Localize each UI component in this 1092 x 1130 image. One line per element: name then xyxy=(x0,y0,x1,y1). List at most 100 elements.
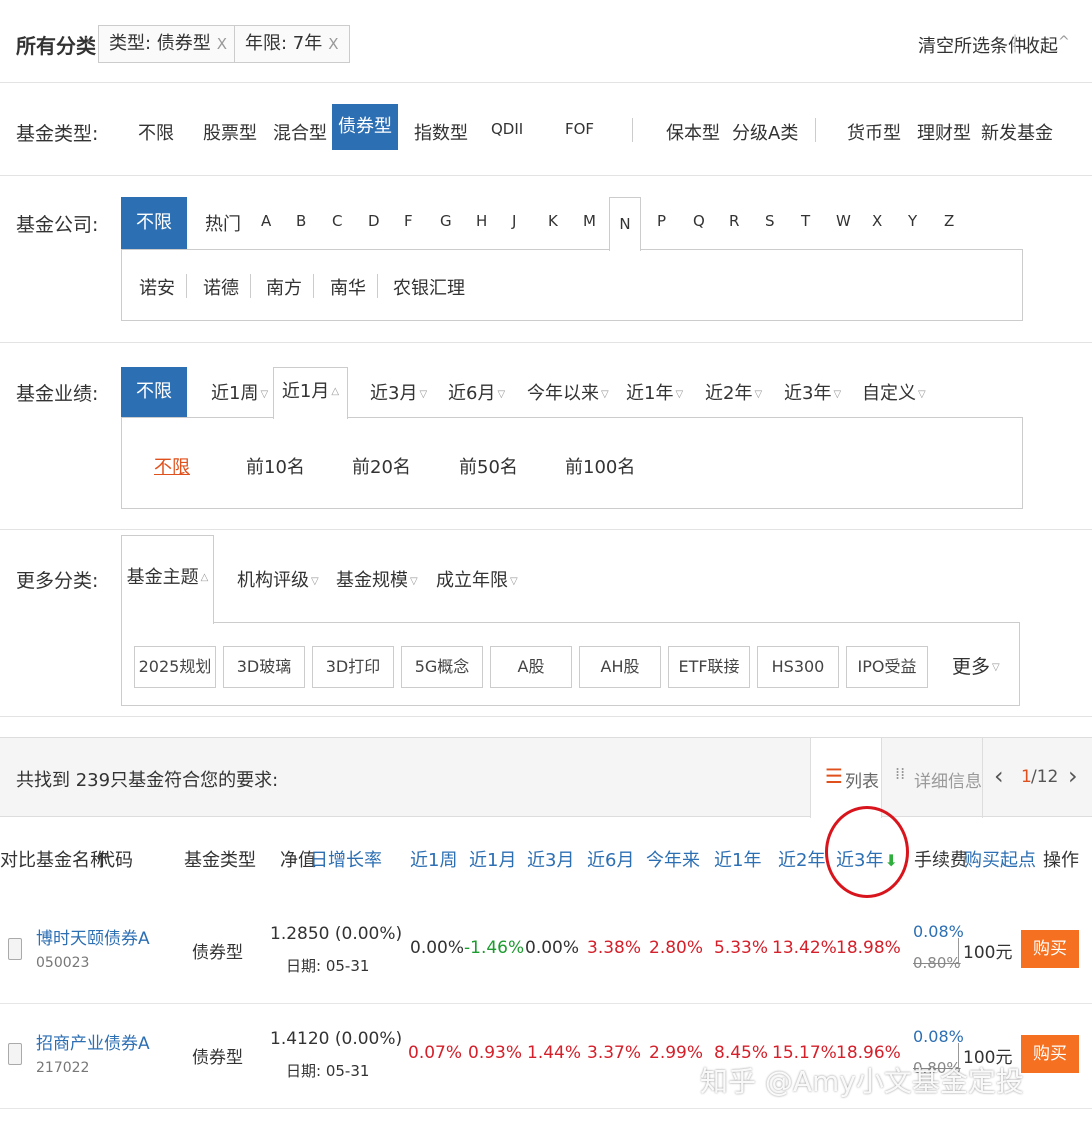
letter-option-hot[interactable]: 热门 xyxy=(205,210,241,236)
letter-option[interactable]: J xyxy=(512,212,516,230)
company-option[interactable]: 南方 xyxy=(266,274,302,300)
theme-chip[interactable]: A股 xyxy=(490,646,572,688)
period-option[interactable]: 近2年 ▽ xyxy=(705,379,762,405)
buy-button[interactable]: 购买 xyxy=(1021,930,1079,968)
col-ytd[interactable]: 今年来 xyxy=(646,846,700,872)
col-6m[interactable]: 近6月 xyxy=(587,846,634,872)
fund-type-option[interactable]: 分级A类 xyxy=(732,119,798,145)
letter-option[interactable]: C xyxy=(332,212,342,230)
company-option[interactable]: 诺安 xyxy=(139,274,175,300)
period-option[interactable]: 自定义 ▽ xyxy=(862,379,926,405)
period-option[interactable]: 近3月 ▽ xyxy=(370,379,427,405)
fund-name-link[interactable]: 招商产业债券A xyxy=(36,1029,150,1054)
fund-type-option[interactable]: 混合型 xyxy=(273,119,327,145)
fund-type-option[interactable]: 不限 xyxy=(138,119,174,145)
col-growth[interactable]: 日增长率 xyxy=(310,846,382,872)
period-option[interactable]: 近1周 ▽ xyxy=(211,379,268,405)
theme-chip[interactable]: 2025规划 xyxy=(134,646,216,688)
next-page-button[interactable]: › xyxy=(1068,762,1078,790)
more-themes-link[interactable]: 更多 ▽ xyxy=(952,652,1000,679)
fund-type-label: 基金类型: xyxy=(16,123,99,145)
period-tab-active[interactable]: 近1月 △ xyxy=(273,367,348,419)
performance-all-selected[interactable]: 不限 xyxy=(121,367,187,417)
company-option[interactable]: 农银汇理 xyxy=(393,274,465,300)
letter-option[interactable]: K xyxy=(548,212,558,230)
col-2y[interactable]: 近2年 xyxy=(778,846,825,872)
compare-checkbox[interactable] xyxy=(8,1043,22,1065)
prev-page-button[interactable]: ‹ xyxy=(994,762,1004,790)
theme-chip[interactable]: IPO受益 xyxy=(846,646,928,688)
col-code[interactable]: 代码 xyxy=(97,846,133,872)
fund-name-link[interactable]: 博时天颐债券A xyxy=(36,924,150,949)
letter-option[interactable]: Y xyxy=(908,212,917,230)
theme-chip[interactable]: 3D玻璃 xyxy=(223,646,305,688)
compare-checkbox[interactable] xyxy=(8,938,22,960)
fund-type-option[interactable]: 指数型 xyxy=(414,119,468,145)
rank-option-selected[interactable]: 不限 xyxy=(154,453,190,479)
view-detail-tab[interactable]: 详细信息 xyxy=(914,767,982,792)
letter-option[interactable]: Q xyxy=(693,212,705,230)
letter-option[interactable]: H xyxy=(476,212,487,230)
company-all-selected[interactable]: 不限 xyxy=(121,197,187,249)
theme-chip[interactable]: 5G概念 xyxy=(401,646,483,688)
caret-down-icon: ▽ xyxy=(510,575,518,587)
rank-option[interactable]: 前100名 xyxy=(565,453,635,479)
letter-option[interactable]: A xyxy=(261,212,271,230)
col-type[interactable]: 基金类型 xyxy=(184,846,256,872)
caret-down-icon: ▽ xyxy=(497,388,506,400)
theme-chip[interactable]: AH股 xyxy=(579,646,661,688)
rank-option[interactable]: 前50名 xyxy=(459,453,518,479)
buy-button[interactable]: 购买 xyxy=(1021,1035,1079,1073)
company-option[interactable]: 诺德 xyxy=(203,274,239,300)
chevron-up-icon[interactable]: ^ xyxy=(1058,34,1070,50)
rank-option[interactable]: 前10名 xyxy=(246,453,305,479)
fund-type-option[interactable]: 股票型 xyxy=(203,119,257,145)
letter-option[interactable]: Z xyxy=(944,212,954,230)
col-1m[interactable]: 近1月 xyxy=(469,846,516,872)
col-1w[interactable]: 近1周 xyxy=(410,846,457,872)
letter-option[interactable]: D xyxy=(368,212,380,230)
filter-tag-type[interactable]: 类型: 债券型 X xyxy=(98,25,239,63)
fund-type-option[interactable]: 货币型 xyxy=(847,119,901,145)
fund-type-option[interactable]: 理财型 xyxy=(917,119,971,145)
period-option[interactable]: 近1年 ▽ xyxy=(626,379,683,405)
fund-type-option[interactable]: 新发基金 xyxy=(981,119,1053,145)
more-tab[interactable]: 成立年限 ▽ xyxy=(436,566,518,592)
col-3m[interactable]: 近3月 xyxy=(527,846,574,872)
fund-type-option[interactable]: 保本型 xyxy=(666,119,720,145)
fund-type-option-selected[interactable]: 债券型 xyxy=(332,104,398,150)
theme-chip[interactable]: HS300 xyxy=(757,646,839,688)
letter-option[interactable]: F xyxy=(404,212,413,230)
letter-option[interactable]: G xyxy=(440,212,452,230)
close-icon[interactable]: X xyxy=(328,35,338,53)
col-min[interactable]: 购买起点 xyxy=(964,846,1036,872)
collapse-link[interactable]: 收起 xyxy=(1022,32,1058,58)
period-option[interactable]: 今年以来 ▽ xyxy=(527,379,609,405)
theme-chip[interactable]: 3D打印 xyxy=(312,646,394,688)
letter-tab-active[interactable]: N xyxy=(609,197,641,251)
company-option[interactable]: 南华 xyxy=(330,274,366,300)
letter-option[interactable]: M xyxy=(583,212,596,230)
more-tab-label: 成立年限 xyxy=(436,570,508,591)
period-option[interactable]: 近6月 ▽ xyxy=(448,379,505,405)
letter-option[interactable]: S xyxy=(765,212,775,230)
more-tab-active[interactable]: 基金主题 △ xyxy=(121,535,214,624)
letter-option[interactable]: X xyxy=(872,212,882,230)
letter-option[interactable]: P xyxy=(657,212,666,230)
return-1y: 5.33% xyxy=(714,938,769,958)
letter-option[interactable]: W xyxy=(836,212,851,230)
period-option[interactable]: 近3年 ▽ xyxy=(784,379,841,405)
rank-option[interactable]: 前20名 xyxy=(352,453,411,479)
letter-option[interactable]: T xyxy=(801,212,810,230)
fund-type-option[interactable]: QDII xyxy=(491,120,523,138)
letter-option[interactable]: B xyxy=(296,212,306,230)
filter-tag-years[interactable]: 年限: 7年 X xyxy=(234,25,350,63)
more-tab[interactable]: 机构评级 ▽ xyxy=(237,566,319,592)
clear-filters-link[interactable]: 清空所选条件 xyxy=(918,32,1026,58)
close-icon[interactable]: X xyxy=(217,35,227,53)
more-tab[interactable]: 基金规模 ▽ xyxy=(336,566,418,592)
col-1y[interactable]: 近1年 xyxy=(714,846,761,872)
letter-option[interactable]: R xyxy=(729,212,739,230)
theme-chip[interactable]: ETF联接 xyxy=(668,646,750,688)
fund-type-option[interactable]: FOF xyxy=(565,120,594,138)
